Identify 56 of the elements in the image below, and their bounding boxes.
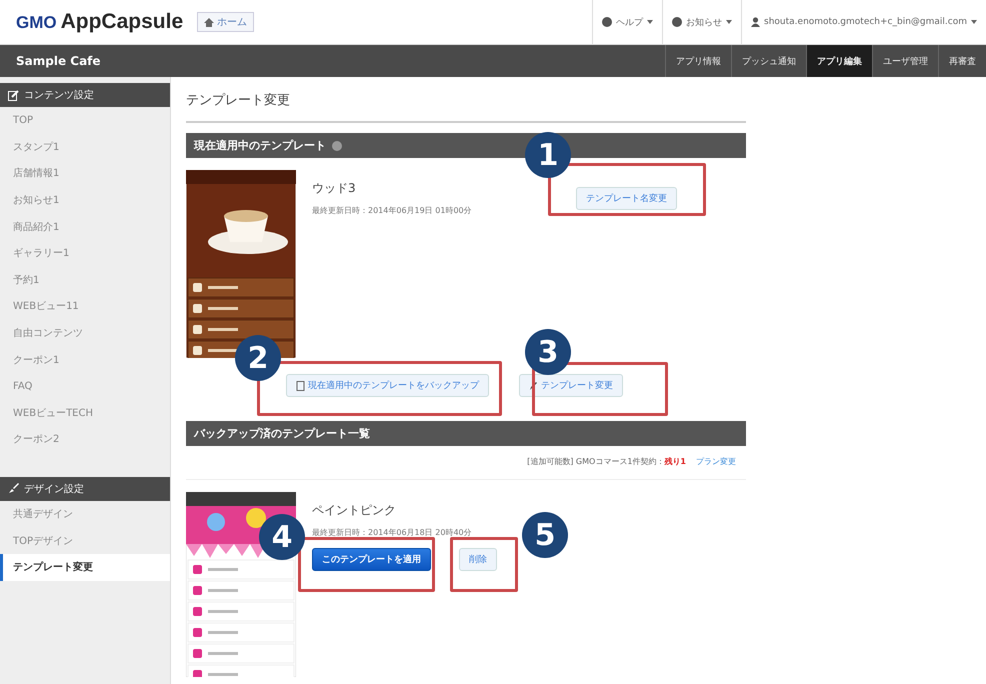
sidebar-item[interactable]: お知らせ1 [0,186,170,214]
step-number-badge: 2 [235,335,281,381]
highlight-frame [450,537,518,592]
house-icon [204,18,214,26]
sidebar-item[interactable]: 商品紹介1 [0,213,170,240]
sidebar-item[interactable]: TOPデザイン [0,527,170,554]
pencil-icon [529,380,538,390]
change-template-button[interactable]: テンプレート変更 [519,374,623,397]
brush-icon [8,483,19,494]
sidebar-item[interactable]: TOP [0,107,170,134]
primary-template-button[interactable]: このテンプレートを適用 [312,548,431,571]
quota-text: [追加可能数] GMOコマース1件契約：残り1 [527,456,686,467]
notice-menu[interactable]: お知らせ [662,0,742,44]
step-number-badge: 5 [522,512,568,558]
caret-icon [971,20,977,24]
nav-tab[interactable]: ユーザ管理 [872,45,938,77]
section-title: 現在適用中のテンプレート [194,138,326,153]
sidebar-item[interactable]: スタンプ1 [0,134,170,160]
sidebar-section-title: デザイン設定 [24,482,84,496]
nav-tab[interactable]: アプリ編集 [806,45,872,77]
backup-template-button[interactable]: 現在適用中のテンプレートをバックアップ [286,374,489,397]
template-name: ウッド3 [312,180,357,197]
sidebar-item[interactable]: ギャラリー1 [0,240,170,267]
plan-change-link[interactable]: プラン変更 [696,456,736,467]
step-number-badge: 1 [525,132,571,178]
edit-icon [8,90,19,100]
caret-icon [647,20,654,24]
app-name: Sample Cafe [15,54,101,68]
sidebar-item[interactable]: 予約1 [0,266,170,294]
sidebar-item[interactable]: クーポン1 [0,346,170,373]
step-number-badge: 3 [525,329,571,375]
nav-tab[interactable]: 再審査 [938,45,986,77]
rename-template-button[interactable]: テンプレート名変更 [576,187,677,210]
app-logo: GMO AppCapsule [15,10,184,34]
sidebar-item[interactable]: 店舗情報1 [0,160,170,187]
sidebar-item[interactable]: WEBビューTECH [0,400,170,426]
default-template-button[interactable]: 削除 [459,548,497,571]
sidebar-item[interactable]: 自由コンテンツ [0,320,170,346]
sidebar-item[interactable]: 共通デザイン [0,500,170,528]
account-menu[interactable]: shouta.enomoto.gmotech+c_bin@gmail.com [741,0,986,44]
sidebar-section-title: コンテンツ設定 [24,88,94,102]
sidebar-item[interactable]: クーポン2 [0,426,170,453]
user-icon [751,17,760,27]
updated-date: 最終更新日時：2014年06月19日 01時00分 [312,205,473,216]
help-menu[interactable]: ヘルプ [592,0,662,44]
sidebar-item[interactable]: テンプレート変更 [0,554,170,580]
home-button[interactable]: ホーム [197,12,254,32]
template-name: ペイントピンク [312,502,397,519]
caret-icon [726,20,732,24]
sidebar-item[interactable]: WEBビュー11 [0,293,170,320]
section-title: バックアップ済のテンプレート一覧 [194,426,370,441]
nav-tab[interactable]: アプリ情報 [665,45,731,77]
page-title: テンプレート変更 [186,91,746,123]
document-icon [296,380,305,390]
sidebar-item[interactable]: FAQ [0,372,170,400]
updated-date: 最終更新日時：2014年06月18日 20時40分 [312,527,473,538]
